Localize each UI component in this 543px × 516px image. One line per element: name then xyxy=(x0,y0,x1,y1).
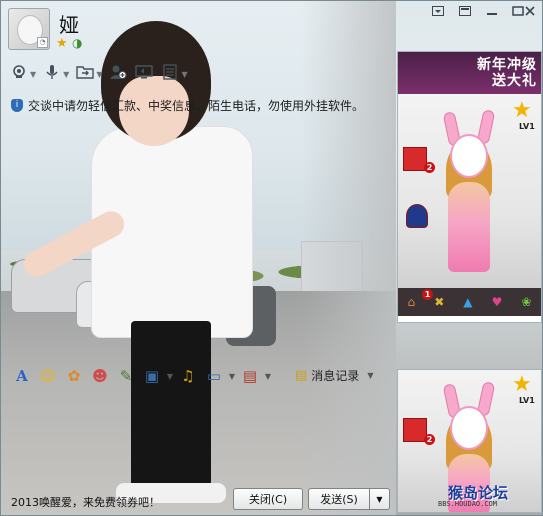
status-indicator-icon: ◔ xyxy=(37,37,48,48)
minimize-icon[interactable] xyxy=(481,3,503,19)
video-call-button[interactable]: ▼ xyxy=(9,64,36,84)
skin-icon[interactable] xyxy=(454,3,476,19)
ad-title-line2: 送大礼 xyxy=(492,73,537,89)
remote-desktop-icon xyxy=(134,64,154,84)
skin-girl-legs xyxy=(131,321,211,491)
shake-icon[interactable]: ☻ xyxy=(87,366,113,386)
ad-header: 新年冲级 送大礼 xyxy=(398,52,541,94)
avatar[interactable]: ◔ xyxy=(8,8,50,50)
security-notice-text: 交谈中请勿轻信汇款、中奖信息、陌生电话，勿使用外挂软件。 xyxy=(28,99,365,113)
ad-level-star-icon: ★ xyxy=(512,372,532,397)
shield-icon: i xyxy=(11,99,23,112)
chevron-down-icon: ▼ xyxy=(367,370,374,380)
security-notice: i 交谈中请勿轻信汇款、中奖信息、陌生电话，勿使用外挂软件。 xyxy=(11,97,364,114)
chevron-down-icon[interactable]: ▼ xyxy=(63,70,69,79)
star-icon[interactable]: ★ xyxy=(56,36,68,51)
remote-assist-button[interactable] xyxy=(134,64,154,84)
shirt-icon: ▲ xyxy=(463,295,473,309)
image-icon[interactable]: ▣ xyxy=(139,366,165,386)
contact-name: 娅 xyxy=(59,13,79,37)
app-menu-button[interactable]: ▼ xyxy=(160,64,188,84)
gift-icon[interactable]: ▤ xyxy=(237,366,263,386)
ad-panel: 新年冲级 送大礼 2 ★ LV1 ⌂ ✖ ▲ ♥ ❀ 1 2 ★ LV1 猴岛论… xyxy=(397,51,542,513)
close-button[interactable]: 关闭(C) xyxy=(233,488,303,510)
menu-dropdown-icon[interactable] xyxy=(427,3,449,19)
promo-link[interactable]: 2013唤醒爱，来免费领券吧！ xyxy=(11,494,160,510)
screenshot-icon[interactable]: ▭ xyxy=(201,366,227,386)
ad-gift-count: 2 xyxy=(424,434,435,445)
chevron-down-icon[interactable]: ▼ xyxy=(263,366,273,386)
file-transfer-icon xyxy=(75,64,95,84)
chat-window: ◔ 娅 ★ ◑ ▼ ▼ ▼ ▼ i 交谈中请勿轻信汇款、中奖信息、陌生电话，勿使… xyxy=(0,0,543,516)
top-toolbar: ▼ ▼ ▼ ▼ xyxy=(9,61,188,87)
music-icon[interactable]: ♫ xyxy=(175,366,201,386)
ad-character-face xyxy=(450,406,488,450)
chevron-down-icon[interactable]: ▼ xyxy=(181,70,187,79)
ad-level-star-icon: ★ xyxy=(512,98,532,123)
chevron-down-icon[interactable]: ▼ xyxy=(96,70,102,79)
message-history-button[interactable]: ▤ 消息记录 ▼ xyxy=(295,365,373,385)
font-icon[interactable]: A xyxy=(9,366,35,386)
heart-icon: ♥ xyxy=(491,295,503,309)
send-file-button[interactable]: ▼ xyxy=(75,64,102,84)
leaf-icon: ❀ xyxy=(521,295,532,309)
ad-character-face xyxy=(450,134,488,178)
ad-character-body xyxy=(448,182,490,272)
ad-title-line1: 新年冲级 xyxy=(477,57,537,73)
moon-icon[interactable]: ◑ xyxy=(72,36,82,50)
voice-call-button[interactable]: ▼ xyxy=(42,64,69,84)
ad-badge-count: 1 xyxy=(422,289,433,300)
send-button[interactable]: 发送(S) xyxy=(308,488,370,510)
home-icon: ⌂ xyxy=(407,295,416,309)
ad-url: BBS.HOUDAO.COM xyxy=(438,500,498,508)
create-group-button[interactable] xyxy=(108,64,128,84)
chevron-down-icon[interactable]: ▼ xyxy=(165,366,175,386)
ad-gift-count: 2 xyxy=(424,162,435,173)
skin-fade xyxy=(301,1,396,515)
chevron-down-icon[interactable]: ▼ xyxy=(30,70,36,79)
ad-boy-icon xyxy=(406,204,428,228)
microphone-icon xyxy=(42,64,62,84)
ad-banner-bottom[interactable]: 2 ★ LV1 猴岛论坛 BBS.HOUDAO.COM xyxy=(397,369,542,513)
add-member-icon xyxy=(108,64,128,84)
ad-toolbar: ⌂ ✖ ▲ ♥ ❀ xyxy=(398,288,541,316)
ad-level-label: LV1 xyxy=(519,396,535,405)
message-history-label: 消息记录 xyxy=(311,368,360,383)
ad-level-label: LV1 xyxy=(519,122,535,131)
history-icon: ▤ xyxy=(295,367,308,383)
wink-icon[interactable]: ✿ xyxy=(61,366,87,386)
send-options-button[interactable]: ▼ xyxy=(369,488,390,510)
cross-icon: ✖ xyxy=(434,295,445,309)
smiley-icon[interactable]: ☺ xyxy=(35,366,61,386)
ad-banner-top[interactable]: 新年冲级 送大礼 2 ★ LV1 ⌂ ✖ ▲ ♥ ❀ 1 xyxy=(397,51,542,323)
app-list-icon xyxy=(160,64,180,84)
close-icon[interactable] xyxy=(519,3,541,19)
camera-icon xyxy=(9,64,29,84)
chevron-down-icon[interactable]: ▼ xyxy=(227,366,237,386)
pen-icon[interactable]: ✎ xyxy=(113,366,139,386)
